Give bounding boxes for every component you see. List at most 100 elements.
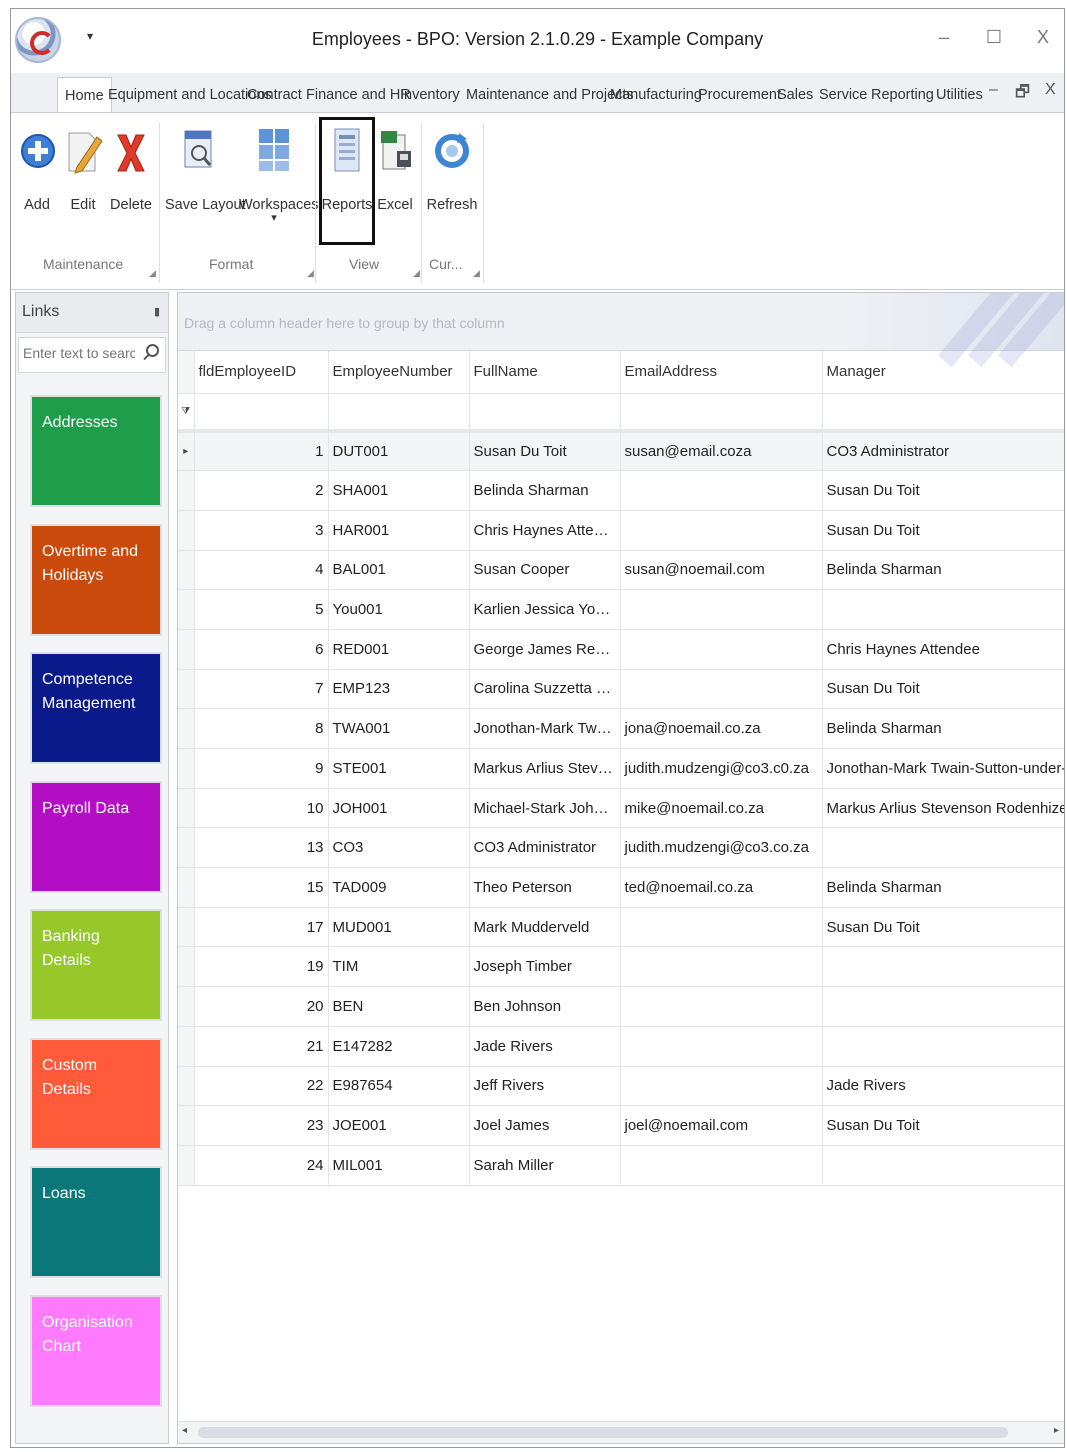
- table-row[interactable]: 9STE001Markus Arlius Stevenson ...judith…: [178, 748, 1064, 789]
- cell-full-name: Theo Peterson: [469, 867, 621, 908]
- tab-utilities[interactable]: Utilities: [929, 81, 990, 113]
- cell-email-address: judith.mudzengi@co3.c0.za: [620, 748, 823, 789]
- row-indicator[interactable]: [178, 907, 195, 948]
- row-indicator[interactable]: ▸: [178, 431, 195, 472]
- table-row[interactable]: 20 BEN Ben Johnson: [178, 986, 1064, 1027]
- link-tile-addresses[interactable]: Addresses: [30, 395, 162, 507]
- row-indicator[interactable]: [178, 510, 195, 551]
- link-tile-payroll-data[interactable]: Payroll Data: [30, 780, 162, 893]
- header-row: fldEmployeeID EmployeeNumber FullName Em…: [178, 351, 1064, 394]
- cell-employee-number: TAD009: [328, 867, 470, 908]
- table-row[interactable]: 3 HAR001 Chris Haynes Attendee Susan Du Toi…: [178, 510, 1064, 551]
- current-launcher-icon[interactable]: ◢: [473, 268, 480, 279]
- table-row[interactable]: 21 E147282 Jade Rivers: [178, 1026, 1064, 1067]
- link-tile-custom-details[interactable]: Custom Details: [30, 1037, 162, 1150]
- table-row[interactable]: 15 TAD009 Theo Peterson ted@noemail.co.za Be…: [178, 867, 1064, 908]
- excel-button[interactable]: Excel: [375, 121, 415, 213]
- cell-employee-number: E987654: [328, 1066, 470, 1107]
- search-icon[interactable]: [146, 344, 159, 357]
- row-indicator-header: [178, 351, 195, 394]
- delete-button[interactable]: Delete: [109, 121, 153, 213]
- row-indicator[interactable]: [178, 1026, 195, 1067]
- table-row[interactable]: 13 CO3 CO3 Administrator judith.mudzengi@co…: [178, 827, 1064, 869]
- ribbon-minimize-button[interactable]: –: [989, 81, 998, 99]
- filter-cell[interactable]: [194, 393, 329, 433]
- maximize-button[interactable]: ☐: [979, 27, 1009, 48]
- filter-cell[interactable]: [822, 393, 1064, 433]
- scrollbar-thumb[interactable]: [198, 1427, 1008, 1438]
- close-button[interactable]: X: [1028, 27, 1058, 48]
- cell-manager: [822, 986, 1064, 1027]
- close-child-button[interactable]: X: [1045, 81, 1056, 99]
- format-launcher-icon[interactable]: ◢: [307, 268, 314, 279]
- refresh-icon: [431, 121, 473, 177]
- table-row[interactable]: 22 E987654 Jeff Rivers Jade Rivers: [178, 1066, 1064, 1107]
- row-indicator[interactable]: [178, 1066, 195, 1107]
- table-row[interactable]: 10JOH001Michael-Stark Johnson St...mike@…: [178, 788, 1064, 829]
- view-launcher-icon[interactable]: ◢: [413, 268, 420, 279]
- row-indicator[interactable]: [178, 946, 195, 988]
- table-row[interactable]: 4 BAL001 Susan Cooper susan@noemail.com Beli…: [178, 550, 1064, 591]
- refresh-button[interactable]: Refresh: [425, 121, 479, 213]
- row-indicator[interactable]: [178, 1105, 195, 1146]
- filter-cell[interactable]: [328, 393, 470, 433]
- filter-cell[interactable]: [469, 393, 621, 433]
- cell-employee-number: MIL001: [328, 1145, 470, 1186]
- row-indicator[interactable]: [178, 708, 195, 749]
- scroll-left-icon[interactable]: ◂: [182, 1425, 187, 1436]
- link-tile-competence-management[interactable]: Competence Management: [30, 652, 162, 764]
- filter-cell[interactable]: [620, 393, 823, 433]
- table-row[interactable]: 8TWA001Jonothan-Mark Twain-Sut...jona@no…: [178, 708, 1064, 749]
- table-row[interactable]: 6RED001George James Reddy Jef... Chris Ha…: [178, 629, 1064, 670]
- link-tile-overtime-and-holidays[interactable]: Overtime and Holidays: [30, 523, 162, 636]
- save-layout-button[interactable]: Save Layout: [165, 121, 246, 213]
- ribbon-separator: [315, 123, 316, 283]
- pin-icon[interactable]: ▮: [154, 305, 160, 318]
- link-tile-organisation-chart[interactable]: Organisation Chart: [30, 1294, 162, 1407]
- cell-full-name: Markus Arlius Stevenson ...: [469, 748, 621, 789]
- scroll-right-icon[interactable]: ▸: [1054, 1425, 1059, 1436]
- row-indicator[interactable]: [178, 629, 195, 670]
- row-indicator[interactable]: [178, 748, 195, 789]
- cell-employee-id: 6: [194, 629, 329, 670]
- table-row[interactable]: 5You001Karlien Jessica Young Dun...: [178, 589, 1064, 630]
- row-indicator[interactable]: [178, 589, 195, 630]
- table-row[interactable]: 17 MUD001 Mark Mudderveld Susan Du Toit: [178, 907, 1064, 948]
- restore-child-button[interactable]: 🗗: [1015, 81, 1030, 108]
- workspaces-button[interactable]: Workspaces ▾: [239, 121, 319, 224]
- row-indicator[interactable]: [178, 827, 195, 869]
- add-button[interactable]: Add: [17, 121, 57, 213]
- link-tile-loans[interactable]: Loans: [30, 1166, 162, 1278]
- table-row[interactable]: 23 JOE001 Joel James joel@noemail.com Susan …: [178, 1105, 1064, 1146]
- column-header-fullname[interactable]: FullName: [469, 351, 621, 394]
- row-indicator[interactable]: [178, 550, 195, 591]
- table-row[interactable]: 24 MIL001 Sarah Miller: [178, 1145, 1064, 1186]
- column-header-fldemployeeid[interactable]: fldEmployeeID: [194, 351, 329, 394]
- table-row[interactable]: 7EMP123Carolina Suzzetta Lourens... Susan…: [178, 669, 1064, 710]
- links-search-input[interactable]: [19, 338, 139, 368]
- cell-manager: Jade Rivers: [822, 1066, 1064, 1107]
- minimize-button[interactable]: –: [929, 27, 959, 48]
- row-indicator[interactable]: [178, 669, 195, 710]
- cell-email-address: [620, 946, 823, 988]
- links-search-box: [18, 337, 166, 373]
- column-header-employeenumber[interactable]: EmployeeNumber: [328, 351, 470, 394]
- cell-full-name: Mark Mudderveld: [469, 907, 621, 948]
- link-tile-banking-details[interactable]: Banking Details: [30, 909, 162, 1021]
- row-indicator[interactable]: [178, 788, 195, 829]
- edit-button[interactable]: Edit: [63, 121, 103, 213]
- row-indicator[interactable]: [178, 986, 195, 1027]
- row-indicator[interactable]: [178, 867, 195, 908]
- horizontal-scrollbar[interactable]: ◂ ▸: [178, 1421, 1064, 1443]
- maintenance-launcher-icon[interactable]: ◢: [149, 268, 156, 279]
- table-row[interactable]: 2 SHA001 Belinda Sharman Susan Du Toit: [178, 470, 1064, 511]
- cell-manager: Jonothan-Mark Twain-Sutton-under-Whitest…: [822, 748, 1064, 789]
- column-header-emailaddress[interactable]: EmailAddress: [620, 351, 823, 394]
- table-row[interactable]: ▸ 1 DUT001 Susan Du Toit susan@email.coza CO3…: [178, 431, 1064, 472]
- group-by-panel[interactable]: Drag a column header here to group by th…: [178, 293, 1064, 368]
- cell-employee-id: 22: [194, 1066, 329, 1107]
- row-indicator[interactable]: [178, 1145, 195, 1186]
- table-row[interactable]: 19 TIM Joseph Timber: [178, 946, 1064, 988]
- row-indicator[interactable]: [178, 470, 195, 511]
- tab-inventory[interactable]: Inventory: [393, 81, 467, 113]
